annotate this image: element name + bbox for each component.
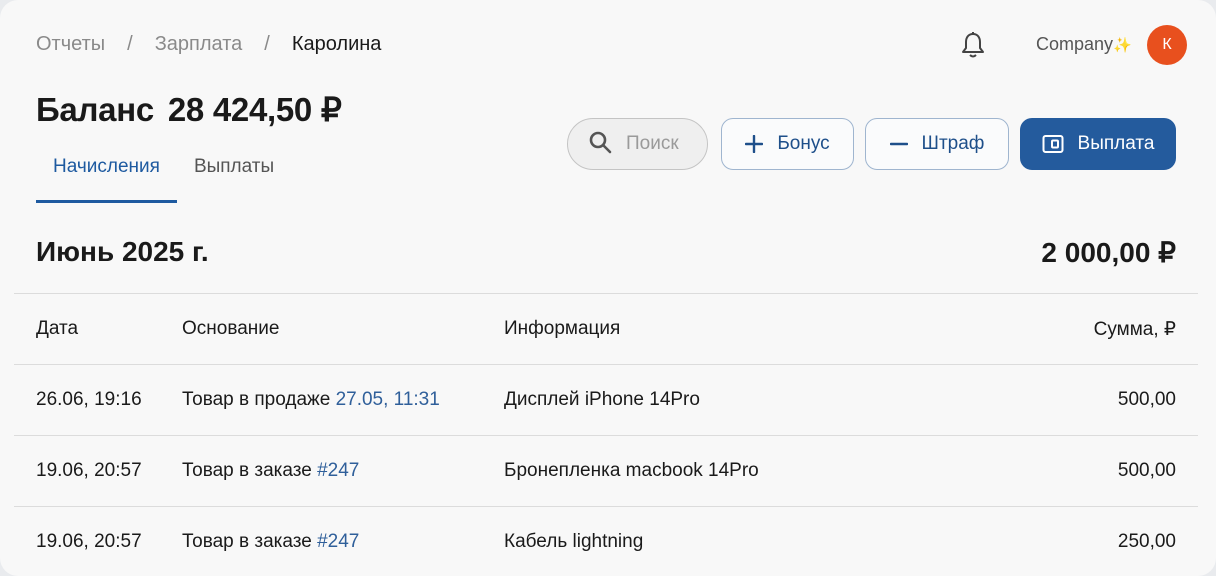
cell-info: Дисплей iPhone 14Pro (504, 389, 700, 410)
month-total: 2 000,00 ₽ (1041, 237, 1176, 268)
cell-amount: 250,00 (1117, 531, 1176, 552)
basis-link[interactable]: #247 (317, 531, 359, 552)
breadcrumb-reports[interactable]: Отчеты (36, 33, 105, 56)
breadcrumb-current: Каролина (291, 33, 382, 55)
cell-basis: Товар в заказе #247 (182, 531, 504, 553)
bell-icon[interactable] (960, 31, 986, 59)
search-icon (588, 130, 612, 159)
salary-card: Отчеты / Зарплата / Каролина Company✨ К … (0, 0, 1216, 576)
search-box[interactable] (567, 118, 708, 170)
basis-text: Товар в заказе (182, 531, 312, 552)
table-header: Дата Основание Информация Сумма, ₽ (14, 293, 1198, 364)
cell-info: Бронепленка macbook 14Pro (504, 460, 759, 481)
breadcrumb-separator: / (127, 33, 133, 55)
breadcrumb-separator: / (264, 33, 270, 55)
column-amount: Сумма, ₽ (1093, 318, 1176, 340)
breadcrumb: Отчеты / Зарплата / Каролина (36, 33, 381, 56)
table-row[interactable]: 19.06, 20:57 Товар в заказе #247 Бронепл… (14, 435, 1198, 506)
balance-label: Баланс (36, 91, 154, 128)
cell-amount: 500,00 (1117, 389, 1176, 410)
company-name[interactable]: Company✨ (1036, 34, 1132, 55)
column-date: Дата (36, 318, 79, 339)
minus-icon (889, 135, 908, 153)
cell-date: 26.06, 19:16 (36, 389, 142, 410)
bonus-label: Бонус (777, 133, 830, 154)
basis-text: Товар в продаже (182, 389, 331, 410)
balance-heading: Баланс 28 424,50 ₽ (36, 90, 342, 129)
company-label: Company (1036, 34, 1114, 54)
tabs: Начисления Выплаты (36, 154, 274, 203)
wallet-icon (1042, 134, 1064, 154)
column-basis: Основание (182, 318, 280, 339)
table-row[interactable]: 19.06, 20:57 Товар в заказе #247 Кабель … (14, 506, 1198, 576)
balance-value: 28 424,50 ₽ (167, 91, 342, 128)
basis-link[interactable]: 27.05, 11:31 (336, 389, 440, 410)
cell-basis: Товар в продаже 27.05, 11:31 (182, 389, 504, 411)
table-row[interactable]: 26.06, 19:16 Товар в продаже 27.05, 11:3… (14, 364, 1198, 435)
bonus-button[interactable]: Бонус (721, 118, 854, 170)
month-title: Июнь 2025 г. (36, 236, 209, 267)
column-info: Информация (504, 318, 621, 339)
cell-basis: Товар в заказе #247 (182, 460, 504, 482)
cell-date: 19.06, 20:57 (36, 460, 142, 481)
tab-payouts[interactable]: Выплаты (194, 154, 274, 203)
avatar[interactable]: К (1147, 25, 1187, 65)
plus-icon (745, 135, 764, 153)
breadcrumb-salary[interactable]: Зарплата (155, 33, 243, 56)
basis-text: Товар в заказе (182, 460, 312, 481)
payout-button[interactable]: Выплата (1020, 118, 1176, 170)
fine-button[interactable]: Штраф (865, 118, 1009, 170)
tab-accruals[interactable]: Начисления (36, 154, 177, 203)
fine-label: Штраф (921, 133, 985, 154)
sparkle-icon: ✨ (1113, 37, 1132, 54)
payout-label: Выплата (1077, 133, 1155, 154)
basis-link[interactable]: #247 (317, 460, 359, 481)
cell-date: 19.06, 20:57 (36, 531, 142, 552)
search-input[interactable] (626, 133, 706, 155)
cell-info: Кабель lightning (504, 531, 644, 552)
accruals-table: Дата Основание Информация Сумма, ₽ 26.06… (14, 293, 1198, 576)
cell-amount: 500,00 (1117, 460, 1176, 481)
